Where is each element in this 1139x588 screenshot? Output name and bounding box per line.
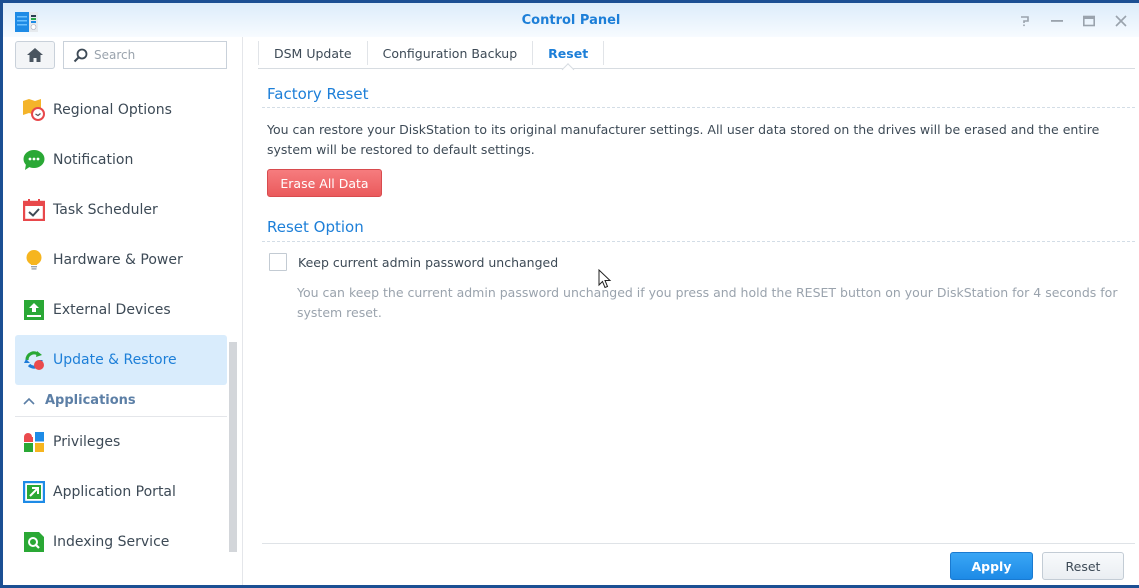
- control-panel-window: Control Panel Search Regional Options No…: [3, 3, 1139, 585]
- sidebar-item-label: Indexing Service: [53, 534, 170, 550]
- tab-dsm-update[interactable]: DSM Update: [258, 41, 367, 65]
- footer-divider: [262, 543, 1135, 544]
- sidebar-item-label: Notification: [53, 152, 134, 168]
- tab-reset[interactable]: Reset: [532, 41, 605, 65]
- sidebar-item-label: Application Portal: [53, 484, 176, 500]
- update-restore-icon: [24, 351, 44, 370]
- sidebar-section-applications[interactable]: Applications: [15, 385, 227, 417]
- section-divider: [262, 241, 1135, 242]
- factory-reset-title: Factory Reset: [267, 85, 369, 103]
- erase-all-data-button[interactable]: Erase All Data: [267, 169, 382, 197]
- sidebar-item-privileges[interactable]: Privileges: [15, 417, 227, 467]
- keep-password-label: Keep current admin password unchanged: [298, 254, 559, 270]
- sidebar-item-task-scheduler[interactable]: Task Scheduler: [15, 185, 227, 235]
- main-panel: DSM Update Configuration Backup Reset Fa…: [258, 37, 1139, 585]
- minimize-button[interactable]: [1047, 12, 1067, 30]
- external-devices-icon: [24, 300, 44, 320]
- section-label: Applications: [45, 393, 136, 408]
- sidebar-item-label: Update & Restore: [53, 352, 177, 368]
- application-portal-icon: [23, 481, 45, 503]
- home-icon: [27, 48, 43, 62]
- reset-option-hint: You can keep the current admin password …: [297, 285, 1118, 320]
- home-button[interactable]: [15, 41, 55, 69]
- sidebar-item-label: External Devices: [53, 302, 171, 318]
- keep-password-option[interactable]: Keep current admin password unchanged: [269, 253, 558, 271]
- sidebar-item-hardware-power[interactable]: Hardware & Power: [15, 235, 227, 285]
- factory-reset-description: You can restore your DiskStation to its …: [267, 122, 1100, 157]
- task-scheduler-icon: [23, 199, 45, 221]
- sidebar-item-label: Privileges: [53, 434, 121, 450]
- privileges-icon: [24, 432, 44, 452]
- sidebar-nav: Regional Options Notification Task Sched…: [15, 85, 227, 567]
- sidebar-item-label: Regional Options: [53, 102, 172, 118]
- sidebar-scrollbar[interactable]: [229, 342, 237, 552]
- sidebar-item-application-portal[interactable]: Application Portal: [15, 467, 227, 517]
- tab-bar: DSM Update Configuration Backup Reset: [258, 37, 1135, 69]
- hardware-power-icon: [26, 250, 42, 270]
- sidebar-item-regional-options[interactable]: Regional Options: [15, 85, 227, 135]
- window-title: Control Panel: [521, 13, 621, 28]
- reset-button[interactable]: Reset: [1042, 552, 1124, 580]
- sidebar-item-update-restore[interactable]: Update & Restore: [15, 335, 227, 385]
- indexing-service-icon: [24, 532, 44, 552]
- section-divider: [262, 107, 1135, 108]
- maximize-icon: [1083, 15, 1095, 27]
- close-icon: [1115, 15, 1127, 27]
- sidebar-item-indexing-service[interactable]: Indexing Service: [15, 517, 227, 567]
- search-field[interactable]: [63, 41, 227, 69]
- keep-password-checkbox[interactable]: [269, 253, 287, 271]
- regional-options-icon: [23, 99, 45, 121]
- title-bar: Control Panel: [3, 3, 1139, 37]
- sidebar: Regional Options Notification Task Sched…: [3, 37, 243, 585]
- sidebar-item-label: Hardware & Power: [53, 252, 183, 268]
- notification-icon: [23, 150, 45, 170]
- help-button[interactable]: [1015, 12, 1035, 30]
- sidebar-item-label: Task Scheduler: [53, 202, 158, 218]
- sidebar-item-notification[interactable]: Notification: [15, 135, 227, 185]
- tab-configuration-backup[interactable]: Configuration Backup: [366, 41, 533, 65]
- chevron-up-icon: [23, 397, 35, 405]
- maximize-button[interactable]: [1079, 12, 1099, 30]
- apply-button[interactable]: Apply: [950, 552, 1033, 580]
- minimize-icon: [1051, 20, 1063, 22]
- reset-option-title: Reset Option: [267, 218, 364, 236]
- sidebar-item-external-devices[interactable]: External Devices: [15, 285, 227, 335]
- search-icon: [73, 48, 88, 62]
- close-button[interactable]: [1111, 12, 1131, 30]
- search-input[interactable]: [94, 48, 214, 62]
- help-icon: [1021, 16, 1029, 27]
- mouse-cursor-icon: [598, 269, 612, 289]
